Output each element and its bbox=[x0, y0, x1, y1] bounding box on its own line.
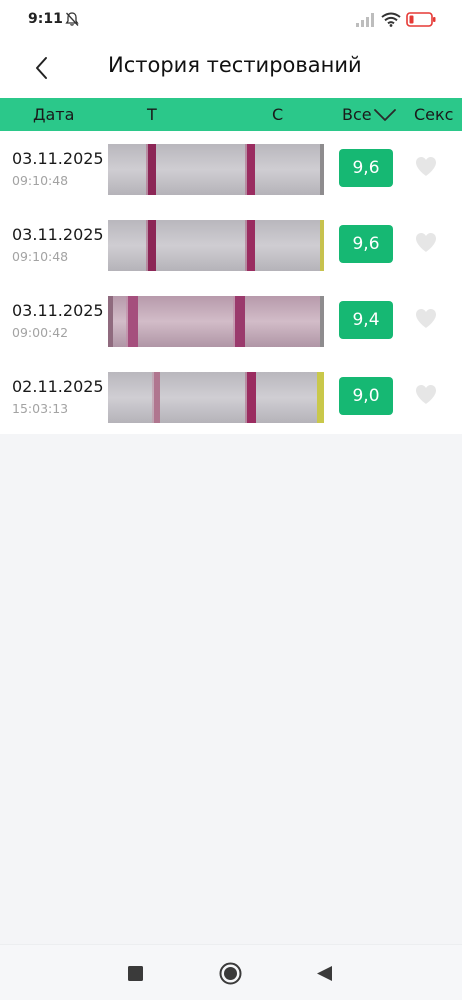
battery-low-icon bbox=[406, 12, 436, 27]
heart-icon[interactable] bbox=[415, 156, 437, 177]
test-strip-image bbox=[108, 220, 324, 271]
column-sex-header: Секс bbox=[414, 105, 454, 124]
test-time: 15:03:13 bbox=[12, 401, 69, 416]
test-date: 03.11.2025 bbox=[12, 301, 104, 320]
chevron-down-icon[interactable] bbox=[373, 107, 397, 123]
test-time: 09:10:48 bbox=[12, 173, 69, 188]
test-row[interactable]: 03.11.2025 09:10:48 9,6 bbox=[0, 207, 462, 283]
bell-muted-icon bbox=[65, 12, 79, 26]
test-value-badge[interactable]: 9,4 bbox=[339, 301, 393, 339]
app-header: История тестирований bbox=[0, 38, 462, 98]
status-time: 9:11 bbox=[28, 11, 63, 27]
triangle-back-icon[interactable] bbox=[316, 965, 333, 982]
test-row[interactable]: 02.11.2025 15:03:13 9,0 bbox=[0, 359, 462, 435]
test-value-badge[interactable]: 9,0 bbox=[339, 377, 393, 415]
test-row[interactable]: 03.11.2025 09:00:42 9,4 bbox=[0, 283, 462, 359]
test-date: 03.11.2025 bbox=[12, 149, 104, 168]
test-row[interactable]: 03.11.2025 09:10:48 9,6 bbox=[0, 131, 462, 207]
square-recents-icon[interactable] bbox=[128, 966, 143, 981]
test-value-badge[interactable]: 9,6 bbox=[339, 149, 393, 187]
test-value-badge[interactable]: 9,6 bbox=[339, 225, 393, 263]
column-date-header: Дата bbox=[33, 105, 75, 124]
system-nav-bar bbox=[0, 944, 462, 1000]
column-c-header: C bbox=[272, 105, 284, 124]
wifi-icon bbox=[381, 12, 401, 27]
test-strip-image bbox=[108, 372, 324, 423]
test-strip-image bbox=[108, 144, 324, 195]
heart-icon[interactable] bbox=[415, 308, 437, 329]
test-date: 03.11.2025 bbox=[12, 225, 104, 244]
test-history-list: 03.11.2025 09:10:48 9,6 03.11.2025 09:10… bbox=[0, 131, 462, 434]
page-title: История тестирований bbox=[108, 53, 362, 77]
filter-dropdown[interactable]: Все bbox=[342, 105, 372, 124]
test-date: 02.11.2025 bbox=[12, 377, 104, 396]
test-time: 09:10:48 bbox=[12, 249, 69, 264]
signal-icon bbox=[356, 13, 374, 27]
heart-icon[interactable] bbox=[415, 232, 437, 253]
status-bar: 9:11 bbox=[0, 0, 462, 38]
circle-home-icon[interactable] bbox=[219, 962, 242, 985]
chevron-left-icon[interactable] bbox=[30, 54, 54, 82]
column-t-header: T bbox=[147, 105, 157, 124]
test-time: 09:00:42 bbox=[12, 325, 69, 340]
test-strip-image bbox=[108, 296, 324, 347]
heart-icon[interactable] bbox=[415, 384, 437, 405]
